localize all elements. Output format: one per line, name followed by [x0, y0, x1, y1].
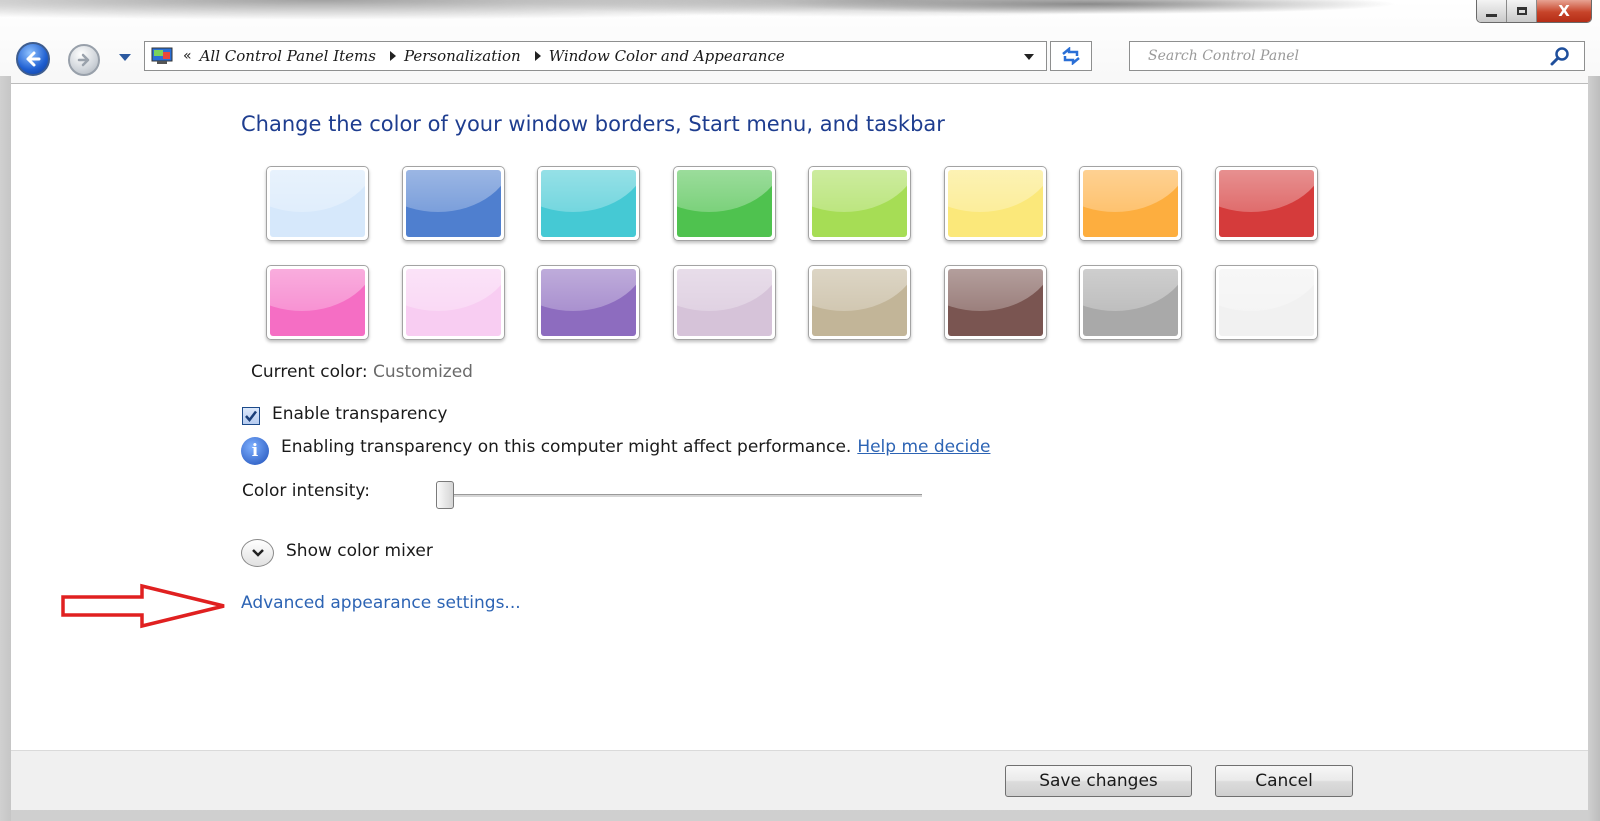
color-swatch[interactable] — [1079, 166, 1182, 241]
color-intensity-slider-thumb[interactable] — [436, 481, 454, 509]
color-swatch[interactable] — [1079, 265, 1182, 340]
advanced-appearance-settings-link[interactable]: Advanced appearance settings... — [241, 593, 521, 613]
back-arrow-icon — [26, 51, 41, 67]
search-box[interactable]: Search Control Panel — [1129, 41, 1585, 71]
color-swatch[interactable] — [943, 265, 1047, 340]
show-color-mixer-button[interactable] — [241, 539, 274, 567]
info-icon: i — [241, 437, 269, 465]
recent-pages-dropdown[interactable] — [119, 54, 131, 61]
color-swatch[interactable] — [672, 265, 776, 340]
breadcrumb-separator-icon[interactable] — [389, 51, 396, 61]
search-input[interactable]: Search Control Panel — [1148, 48, 1550, 64]
show-color-mixer-label[interactable]: Show color mixer — [286, 541, 433, 561]
window-border-left — [0, 76, 11, 821]
color-swatch[interactable] — [1214, 265, 1318, 340]
chevron-down-icon — [251, 549, 264, 557]
color-swatch[interactable] — [401, 265, 505, 340]
color-swatch[interactable] — [266, 265, 369, 340]
current-color-label: Current color: — [251, 362, 368, 382]
color-swatch[interactable] — [672, 166, 776, 241]
forward-arrow-icon — [77, 53, 90, 67]
transparency-info-text: Enabling transparency on this computer m… — [281, 437, 852, 457]
checkmark-icon — [245, 410, 257, 422]
address-overflow-chevron[interactable]: « — [183, 48, 192, 64]
help-me-decide-link[interactable]: Help me decide — [857, 437, 990, 457]
page-title: Change the color of your window borders,… — [241, 112, 945, 136]
color-intensity-label: Color intensity: — [242, 481, 370, 501]
breadcrumb-all-control-panel-items[interactable]: All Control Panel Items — [200, 47, 376, 65]
color-swatch[interactable] — [401, 166, 505, 241]
minimize-icon — [1486, 13, 1497, 17]
transparency-info: Enabling transparency on this computer m… — [281, 437, 990, 457]
address-dropdown-icon[interactable] — [1024, 54, 1034, 60]
enable-transparency-checkbox[interactable] — [242, 407, 260, 425]
current-color-value: Customized — [372, 362, 473, 382]
color-intensity-slider-track[interactable] — [438, 494, 922, 497]
window-border-right — [1588, 76, 1600, 821]
current-color: Current color: Customized — [251, 362, 473, 382]
annotation-arrow-icon — [61, 583, 225, 629]
forward-button[interactable] — [68, 44, 100, 76]
color-swatch[interactable] — [1214, 166, 1318, 241]
enable-transparency-label[interactable]: Enable transparency — [272, 404, 447, 424]
minimize-button[interactable] — [1477, 0, 1507, 22]
color-swatch[interactable] — [537, 166, 640, 241]
close-button[interactable]: X — [1537, 0, 1591, 22]
breadcrumb-separator-icon[interactable] — [534, 51, 541, 61]
refresh-button[interactable] — [1050, 41, 1092, 71]
color-swatch[interactable] — [943, 166, 1047, 241]
cancel-button[interactable]: Cancel — [1215, 765, 1353, 797]
color-swatch[interactable] — [266, 166, 369, 241]
maximize-icon — [1516, 7, 1527, 15]
control-panel-icon — [151, 47, 173, 64]
caption-buttons: X — [1476, 0, 1592, 23]
address-bar[interactable]: « All Control Panel Items Personalizatio… — [144, 41, 1047, 71]
back-button[interactable] — [16, 42, 50, 76]
close-icon: X — [1558, 1, 1570, 20]
search-icon[interactable] — [1550, 46, 1570, 66]
breadcrumb-personalization[interactable]: Personalization — [404, 47, 521, 65]
color-swatch[interactable] — [808, 166, 911, 241]
maximize-button[interactable] — [1507, 0, 1537, 22]
color-swatch[interactable] — [537, 265, 640, 340]
color-swatch[interactable] — [808, 265, 911, 340]
refresh-icon — [1062, 47, 1080, 65]
breadcrumb-window-color-and-appearance[interactable]: Window Color and Appearance — [549, 47, 785, 65]
save-changes-button[interactable]: Save changes — [1005, 765, 1192, 797]
